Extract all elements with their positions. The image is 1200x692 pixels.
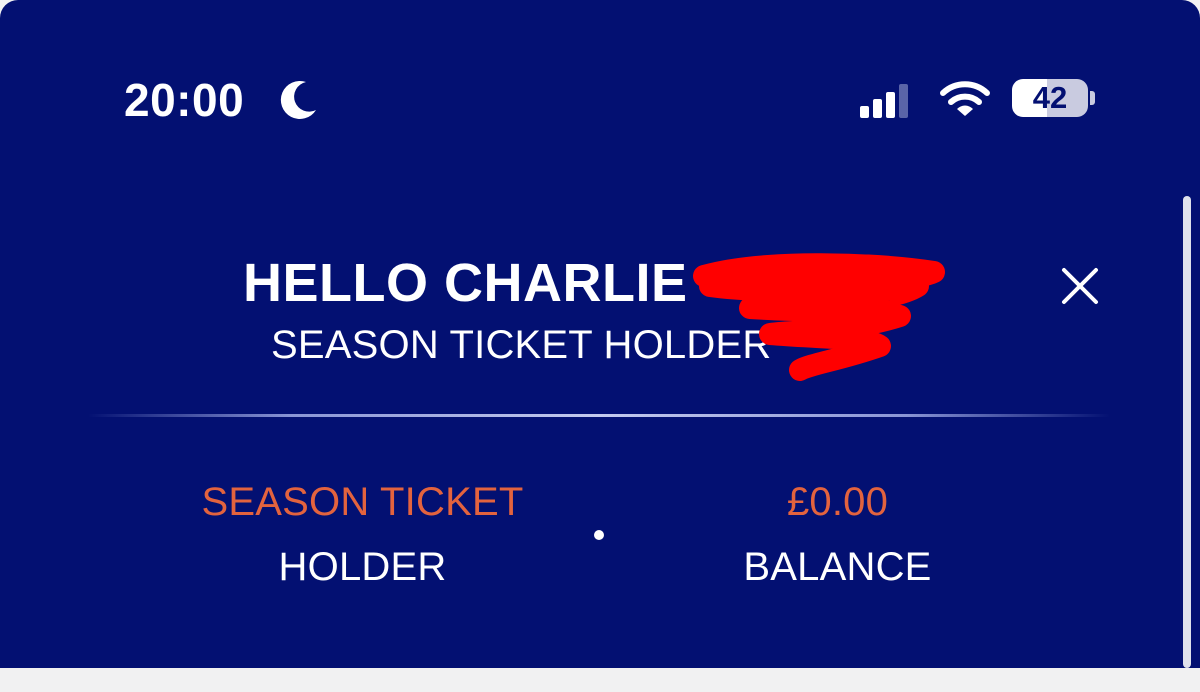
status-time: 20:00 bbox=[124, 74, 245, 126]
membership-value: SEASON TICKET bbox=[201, 480, 524, 524]
balance-value: £0.00 bbox=[786, 480, 889, 524]
battery-icon: 42 bbox=[1012, 79, 1088, 117]
content-area-edge bbox=[0, 668, 1200, 692]
membership-stat: SEASON TICKET HOLDER bbox=[180, 478, 545, 591]
membership-label: HOLDER bbox=[278, 545, 447, 589]
scrollbar[interactable] bbox=[1183, 196, 1191, 668]
battery-level: 42 bbox=[1032, 80, 1068, 115]
wifi-icon bbox=[940, 81, 990, 116]
separator-dot bbox=[594, 530, 604, 540]
close-button[interactable] bbox=[1056, 262, 1104, 310]
redaction-scribble bbox=[693, 253, 945, 381]
moon-icon bbox=[280, 80, 316, 119]
signal-icon bbox=[860, 84, 908, 118]
greeting-title: HELLO CHARLIE bbox=[243, 253, 688, 313]
close-icon bbox=[1062, 268, 1098, 304]
divider bbox=[88, 414, 1110, 417]
battery-tip bbox=[1090, 91, 1095, 105]
balance-label: BALANCE bbox=[743, 545, 932, 589]
balance-stat: £0.00 BALANCE bbox=[655, 478, 1020, 591]
account-panel: 20:00 42 HELLO CHARLIE SEASON TICKET HOL… bbox=[0, 0, 1200, 668]
